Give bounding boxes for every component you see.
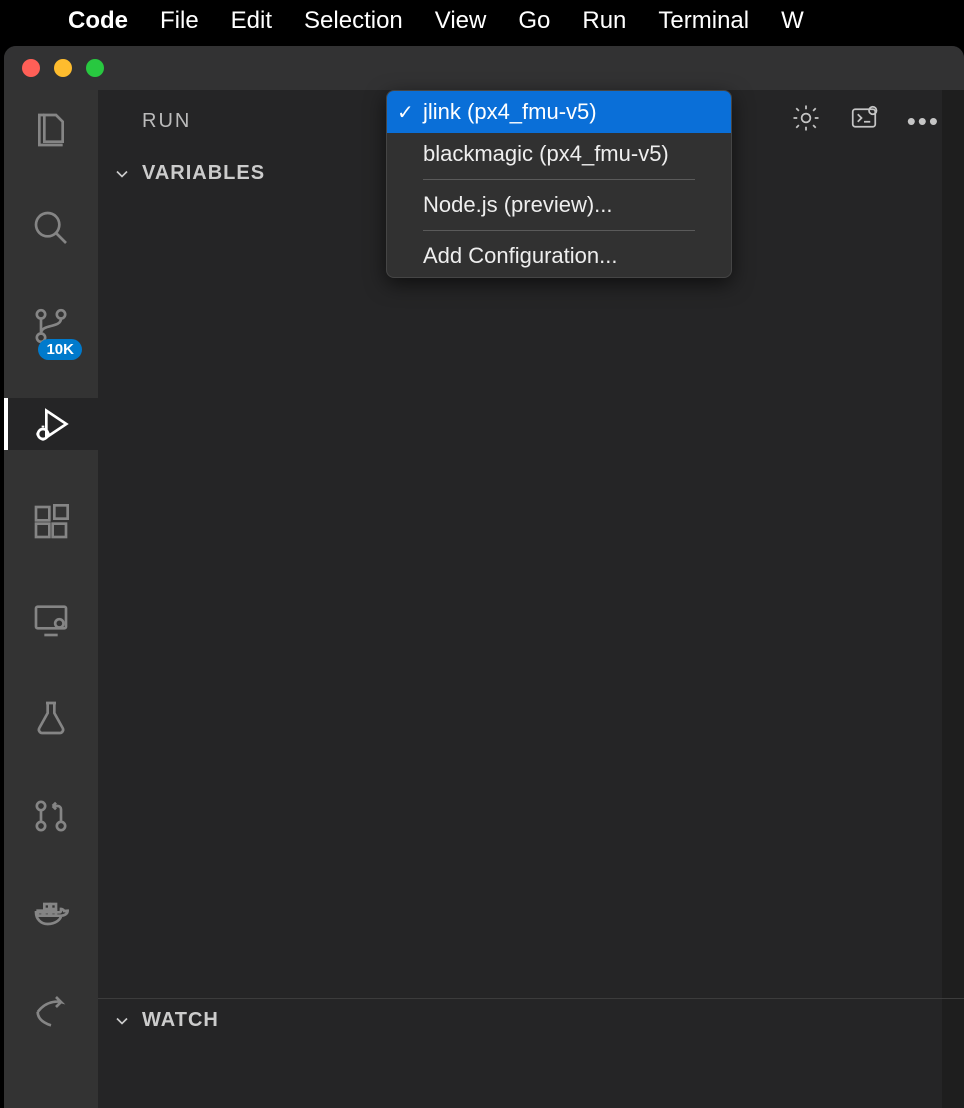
window-body: 10K <box>4 90 964 1108</box>
menubar-item-edit[interactable]: Edit <box>231 7 272 35</box>
activity-search[interactable] <box>4 202 98 254</box>
sidebar-title: RUN <box>142 110 191 133</box>
activity-github-pr[interactable] <box>4 790 98 842</box>
window-zoom-button[interactable] <box>86 59 104 77</box>
run-debug-icon <box>33 404 73 444</box>
activity-extensions[interactable] <box>4 496 98 548</box>
app-window: 10K <box>4 46 964 1108</box>
watch-section: WATCH <box>98 998 964 1042</box>
dropdown-option-add-configuration[interactable]: Add Configuration... <box>387 235 731 277</box>
live-share-icon <box>31 992 71 1032</box>
variables-section-label: VARIABLES <box>142 162 265 185</box>
dropdown-option-nodejs-preview[interactable]: Node.js (preview)... <box>387 184 731 226</box>
run-sidebar: RUN ••• VARIABLES jlink (px4_fmu-v5) <box>98 90 964 1108</box>
docker-icon <box>31 894 71 934</box>
activity-run-debug[interactable] <box>4 398 98 450</box>
dropdown-separator <box>423 179 695 180</box>
menubar-item-terminal[interactable]: Terminal <box>658 7 749 35</box>
menubar-item-window-truncated[interactable]: W <box>781 7 804 35</box>
watch-section-label: WATCH <box>142 1009 219 1032</box>
extensions-icon <box>31 502 71 542</box>
files-icon <box>31 110 71 150</box>
window-minimize-button[interactable] <box>54 59 72 77</box>
search-icon <box>31 208 71 248</box>
editor-area-edge <box>942 90 964 1108</box>
menubar-item-selection[interactable]: Selection <box>304 7 403 35</box>
activity-source-control[interactable]: 10K <box>4 300 98 352</box>
activity-live-share[interactable] <box>4 986 98 1038</box>
chevron-down-icon <box>112 164 132 184</box>
watch-section-header[interactable]: WATCH <box>98 999 964 1042</box>
menubar-app-name[interactable]: Code <box>68 7 128 35</box>
dropdown-separator <box>423 230 695 231</box>
window-titlebar <box>4 46 964 90</box>
more-actions-button[interactable]: ••• <box>907 108 940 134</box>
remote-explorer-icon <box>31 600 71 640</box>
git-pull-request-icon <box>31 796 71 836</box>
menubar-item-run[interactable]: Run <box>582 7 626 35</box>
activity-bar: 10K <box>4 90 98 1108</box>
macos-menubar: Code File Edit Selection View Go Run Ter… <box>0 0 964 42</box>
launch-config-dropdown[interactable]: jlink (px4_fmu-v5) blackmagic (px4_fmu-v… <box>386 90 732 278</box>
debug-console-button[interactable] <box>849 103 879 139</box>
debug-console-icon <box>849 103 879 133</box>
activity-docker[interactable] <box>4 888 98 940</box>
dropdown-option-blackmagic[interactable]: blackmagic (px4_fmu-v5) <box>387 133 731 175</box>
open-launch-json-button[interactable] <box>791 103 821 139</box>
activity-remote-explorer[interactable] <box>4 594 98 646</box>
window-close-button[interactable] <box>22 59 40 77</box>
activity-testing[interactable] <box>4 692 98 744</box>
menubar-item-file[interactable]: File <box>160 7 199 35</box>
beaker-icon <box>31 698 71 738</box>
menubar-item-go[interactable]: Go <box>518 7 550 35</box>
dropdown-option-jlink[interactable]: jlink (px4_fmu-v5) <box>387 91 731 133</box>
activity-explorer[interactable] <box>4 104 98 156</box>
chevron-down-icon <box>112 1011 132 1031</box>
menubar-item-view[interactable]: View <box>435 7 487 35</box>
gear-icon <box>791 103 821 133</box>
scm-badge: 10K <box>38 339 82 360</box>
